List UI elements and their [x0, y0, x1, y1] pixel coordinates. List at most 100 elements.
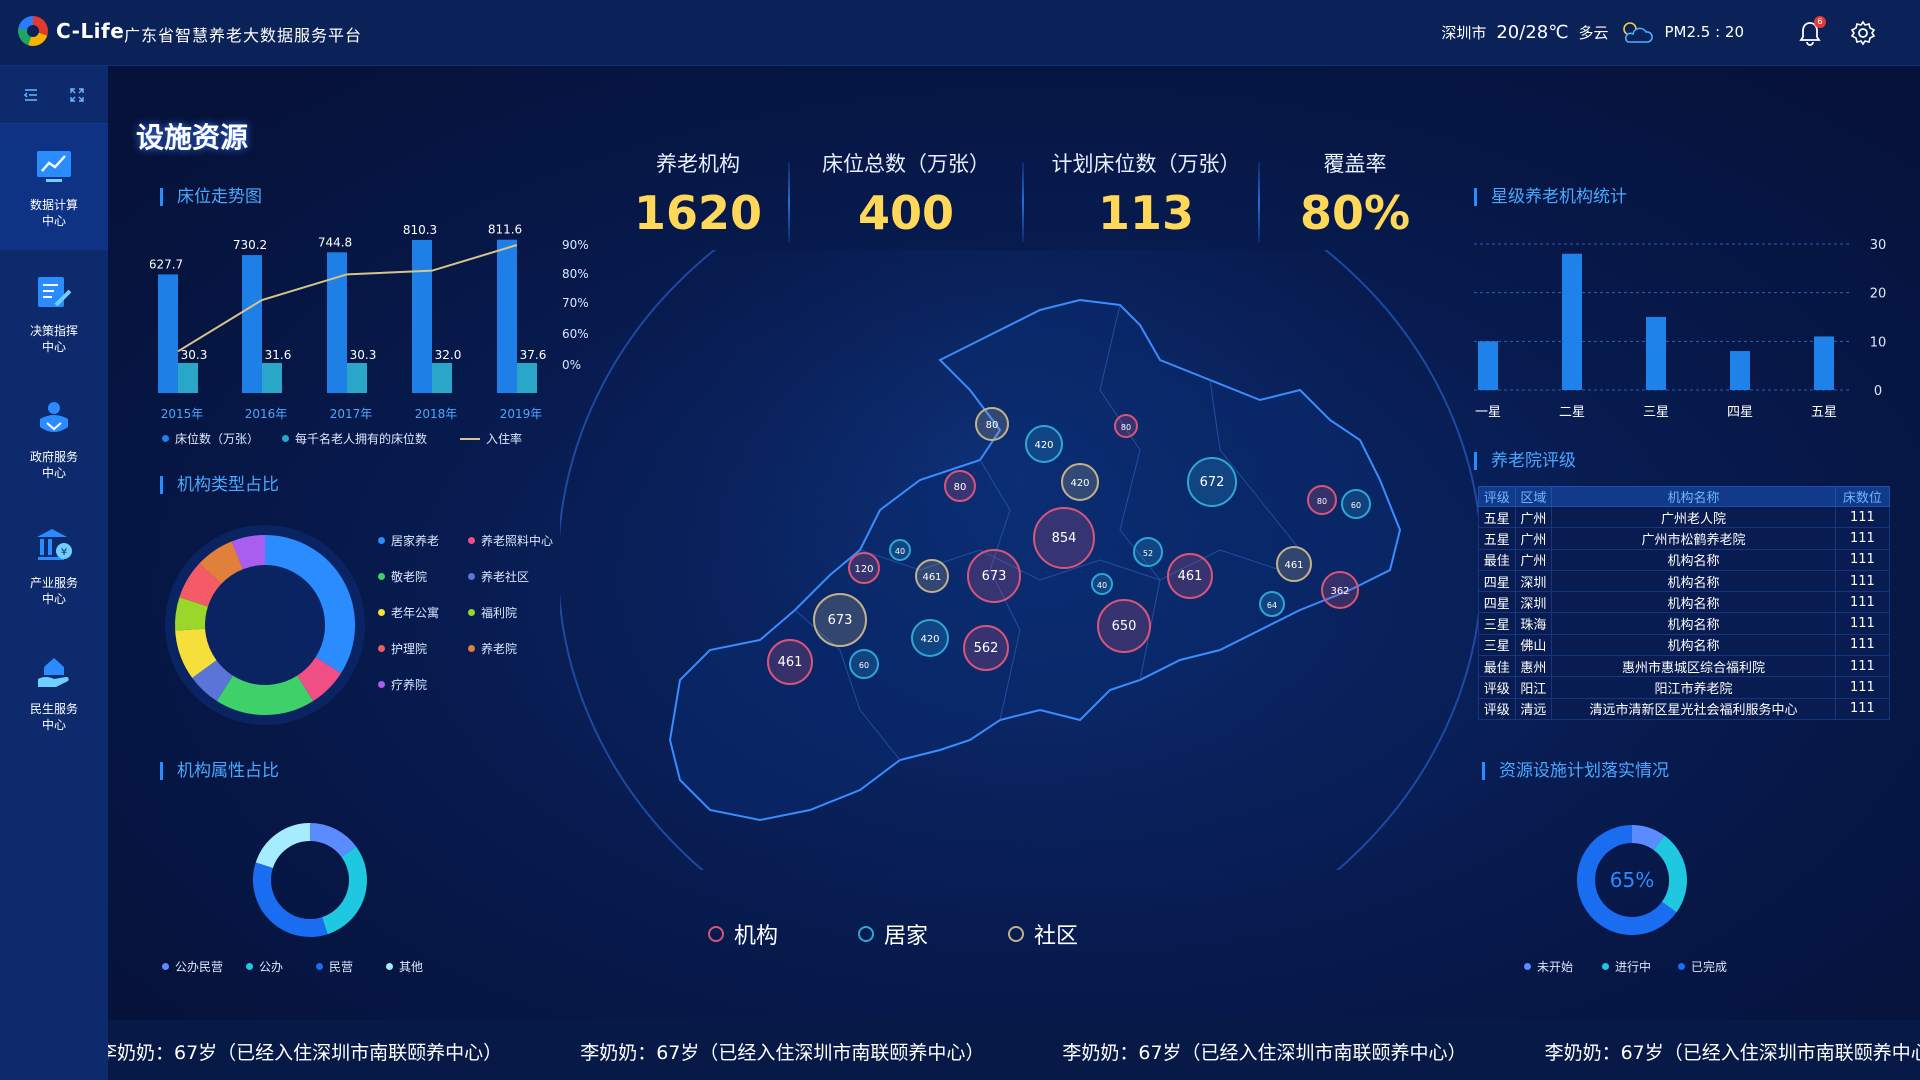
kpi-value: 400 [857, 186, 955, 240]
svg-text:¥: ¥ [61, 547, 67, 558]
logo[interactable]: C-Life [18, 16, 124, 46]
weather-widget: 深圳市 20/28℃ 多云 PM2.5 : 20 [1441, 20, 1744, 44]
plan-title: 资源设施计划落实情况 [1482, 762, 1669, 780]
map-bubble[interactable]: 80 [1307, 485, 1337, 515]
map-legend-institution[interactable]: 机构 [708, 918, 778, 950]
settings-button[interactable] [1850, 20, 1876, 46]
map-bubble[interactable]: 461 [1167, 553, 1213, 599]
table-row[interactable]: 评级 清远 清远市清新区星光社会福利服务中心 111 [1478, 697, 1891, 720]
map-legend-home[interactable]: 居家 [858, 918, 928, 950]
map-bubble[interactable]: 673 [967, 549, 1021, 603]
map-bubble[interactable]: 80 [1114, 414, 1138, 438]
sidebar-item-label: 民生服务 中心 [30, 701, 78, 733]
bar-label: 810.3 [403, 223, 437, 237]
table-row[interactable]: 最佳 广州 机构名称 111 [1478, 548, 1891, 571]
table-cell: 惠州市惠城区综合福利院 [1551, 655, 1836, 678]
legend-label: 居家养老 [391, 534, 440, 548]
legend-label: 公办 [259, 960, 284, 974]
table-row[interactable]: 评级 阳江 阳江市养老院 111 [1478, 676, 1891, 699]
map-bubble[interactable]: 362 [1321, 571, 1359, 609]
legend-item: 公办民营 [162, 958, 223, 975]
legend-item: 养老院 [468, 640, 517, 657]
table-cell: 佛山 [1514, 633, 1553, 657]
table-cell: 111 [1834, 633, 1891, 657]
table-cell: 111 [1834, 697, 1891, 720]
map-bubble[interactable]: 420 [1025, 425, 1063, 463]
legend-item: 养老照料中心 [468, 532, 553, 549]
table-cell: 阳江 [1514, 676, 1553, 699]
table-cell: 深圳 [1514, 569, 1553, 593]
sidebar-item-government-center[interactable]: 政府服务 中心 [0, 376, 108, 502]
map-bubble[interactable]: 60 [849, 649, 879, 679]
bar-label: 730.2 [233, 238, 267, 252]
x-tick-label: 三星 [1643, 405, 1669, 420]
sidebar-label-line2: 中心 [41, 718, 66, 732]
sidebar-item-data-center[interactable]: 数据计算 中心 [0, 124, 108, 250]
notification-button[interactable]: 6 [1798, 16, 1826, 46]
temperature: 20/28℃ [1496, 21, 1569, 43]
sidebar-item-decision-center[interactable]: 决策指挥 中心 [0, 250, 108, 376]
map-legend-community[interactable]: 社区 [1008, 918, 1078, 950]
table-cell: 111 [1834, 612, 1891, 635]
legend-dot [468, 645, 475, 652]
dashboard-root: C-Life 广东省智慧养老大数据服务平台 深圳市 20/28℃ 多云 PM2.… [0, 0, 1920, 1080]
guangdong-map[interactable]: 80 420 80 80 420 672 854 80 60 40 120 461 673 52 461 46… [560, 250, 1480, 870]
occupancy-line [177, 244, 518, 353]
legend-dot [468, 609, 475, 616]
map-bubble[interactable]: 420 [911, 619, 949, 657]
org-type-title: 机构类型占比 [160, 476, 279, 494]
x-tick-label: 一星 [1475, 405, 1501, 420]
legend-item: 疗养院 [378, 676, 427, 693]
sidebar-label-line1: 政府服务 [29, 450, 78, 464]
table-cell: 111 [1834, 569, 1891, 593]
map-bubble[interactable]: 673 [813, 593, 867, 647]
bar-label: 31.6 [265, 348, 292, 362]
bar-beds [327, 252, 347, 393]
sidebar-label-line2: 中心 [41, 592, 66, 606]
legend-dot [378, 609, 385, 616]
table-row[interactable]: 四星 深圳 机构名称 111 [1478, 591, 1891, 614]
map-bubble[interactable]: 64 [1259, 591, 1285, 617]
map-bubble[interactable]: 40 [889, 539, 911, 561]
legend-ring-icon [858, 926, 874, 942]
map-bubble[interactable]: 461 [1276, 546, 1312, 582]
table-row[interactable]: 五星 广州 广州市松鹤养老院 111 [1478, 527, 1891, 550]
map-bubble[interactable]: 52 [1133, 537, 1163, 567]
map-bubble[interactable]: 672 [1187, 457, 1237, 507]
table-row[interactable]: 三星 佛山 机构名称 111 [1478, 633, 1891, 657]
table-row[interactable]: 最佳 惠州 惠州市惠城区综合福利院 111 [1478, 655, 1891, 678]
x-tick-label: 五星 [1811, 405, 1837, 420]
donut-slice [231, 535, 266, 570]
map-bubble[interactable]: 120 [848, 552, 880, 584]
sidebar-label-line1: 决策指挥 [29, 324, 78, 338]
map-bubble[interactable]: 80 [975, 407, 1009, 441]
table-row[interactable]: 五星 广州 广州老人院 111 [1478, 505, 1891, 529]
map-bubble[interactable]: 60 [1341, 489, 1371, 519]
collapse-menu-icon[interactable] [23, 87, 39, 103]
map-bubble[interactable]: 650 [1097, 599, 1151, 653]
sidebar-item-label: 数据计算 中心 [30, 197, 78, 229]
sidebar-item-livelihood-center[interactable]: 民生服务 中心 [0, 628, 108, 754]
legend-label: 其他 [399, 960, 424, 974]
table-row[interactable]: 三星 珠海 机构名称 111 [1478, 612, 1891, 635]
fullscreen-icon[interactable] [69, 87, 85, 103]
map-bubble[interactable]: 854 [1033, 507, 1095, 569]
ticker-item: 李奶奶：67岁（已经入住深圳市南联颐养中心） [580, 1042, 985, 1064]
bubble-label: 80 [1121, 423, 1131, 432]
table-row[interactable]: 四星 深圳 机构名称 111 [1478, 569, 1891, 593]
map-bubble[interactable]: 40 [1091, 573, 1113, 595]
x-tick-label: 二星 [1559, 405, 1585, 420]
map-bubble[interactable]: 420 [1061, 463, 1099, 501]
sidebar-item-label: 产业服务 中心 [30, 575, 78, 607]
legend-item: 未开始 [1524, 958, 1573, 975]
map-bubble[interactable]: 562 [963, 625, 1009, 671]
donut-slice [216, 675, 314, 715]
bar-per-thousand [432, 363, 452, 393]
map-bubble[interactable]: 80 [944, 470, 976, 502]
legend-label: 社区 [1034, 924, 1079, 949]
table-cell: 机构名称 [1551, 548, 1836, 571]
sidebar-item-industry-center[interactable]: ¥ 产业服务 中心 [0, 502, 108, 628]
bubble-label: 60 [859, 661, 869, 670]
map-bubble[interactable]: 461 [767, 639, 813, 685]
map-bubble[interactable]: 461 [915, 559, 949, 593]
